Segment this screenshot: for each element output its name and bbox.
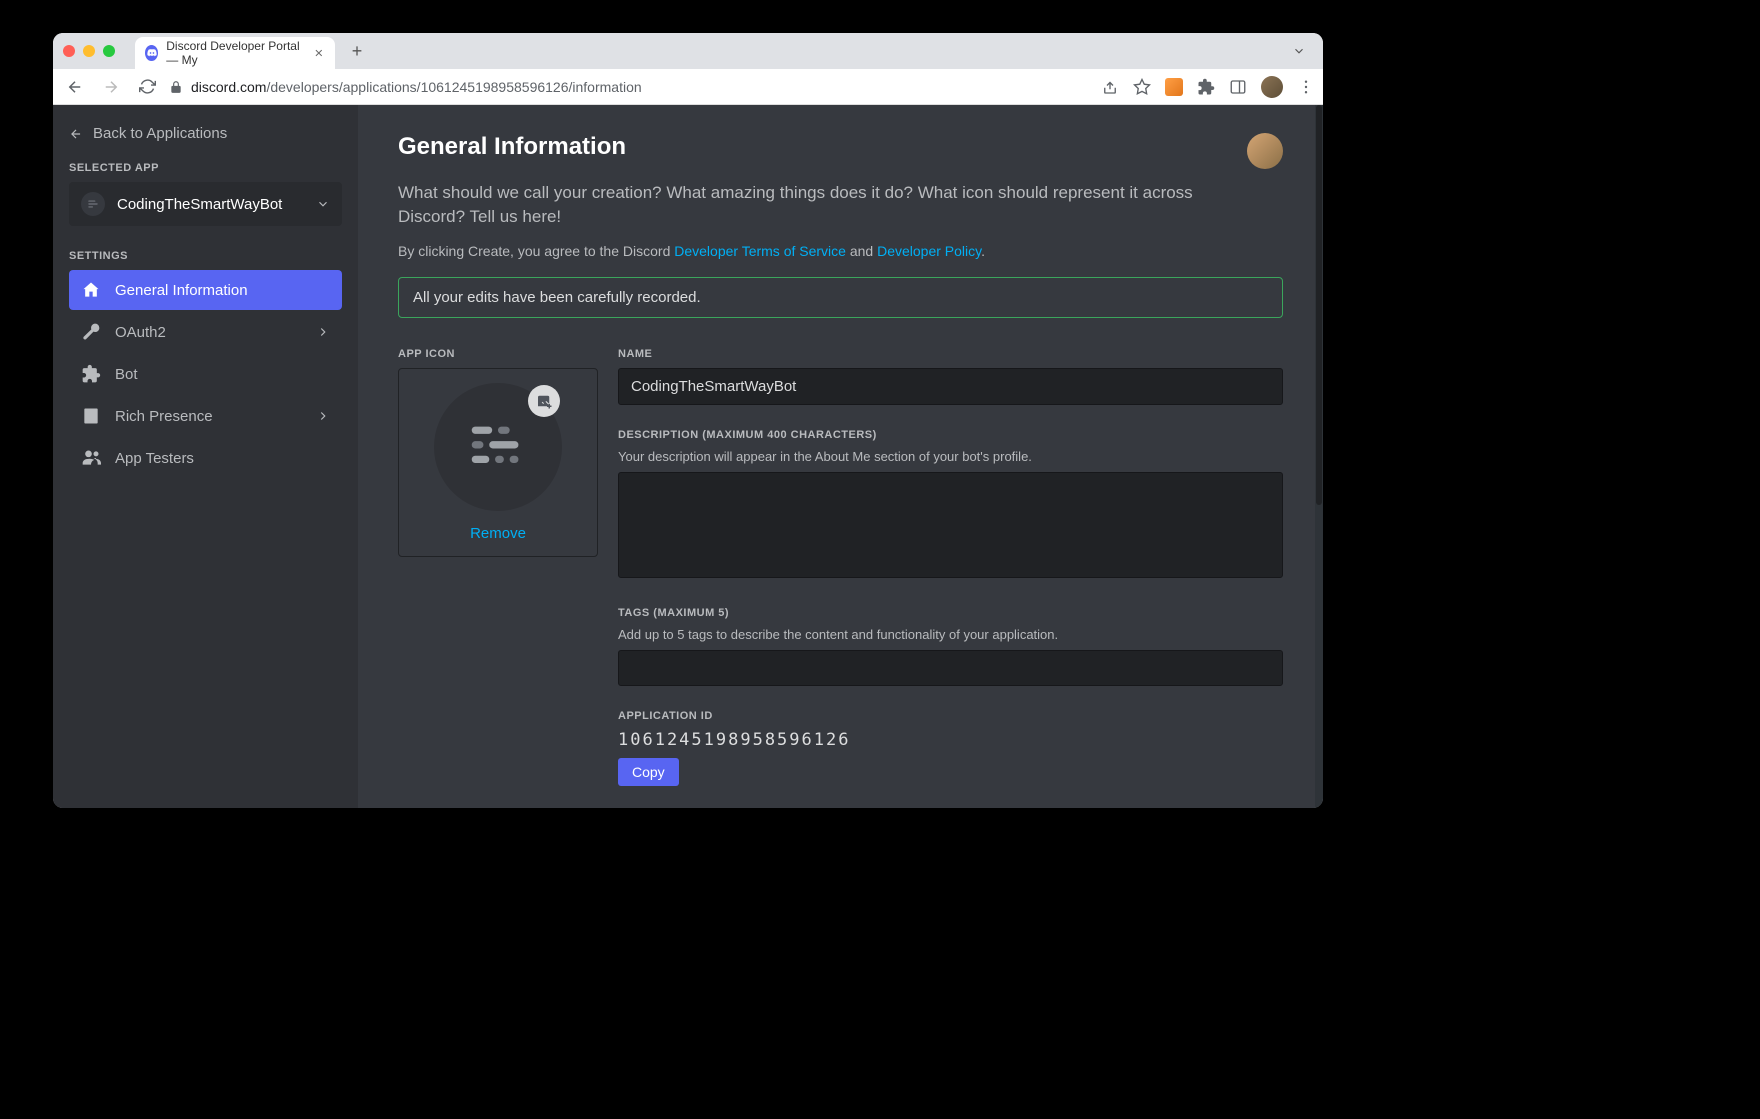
- developer-tos-link[interactable]: Developer Terms of Service: [674, 243, 846, 259]
- sidebar-item-label: General Information: [115, 282, 248, 299]
- terms-prefix: By clicking Create, you agree to the Dis…: [398, 243, 674, 259]
- form-row: APP ICON: [398, 348, 1283, 786]
- close-window-button[interactable]: [63, 45, 75, 57]
- sidebar-item-general-information[interactable]: General Information: [69, 270, 342, 310]
- app-icon-thumb: [81, 192, 105, 216]
- page-title: General Information: [398, 133, 626, 161]
- application-id-label: APPLICATION ID: [618, 710, 1283, 722]
- share-icon[interactable]: [1101, 78, 1119, 96]
- wrench-icon: [81, 322, 101, 342]
- chevron-right-icon: [316, 409, 330, 423]
- window-controls: [63, 45, 115, 57]
- remove-icon-link[interactable]: Remove: [470, 525, 526, 542]
- main-content: General Information What should we call …: [358, 105, 1323, 808]
- tab-dropdown-icon[interactable]: [1285, 37, 1313, 65]
- app-icon-box: Remove: [398, 368, 598, 557]
- back-button[interactable]: [61, 73, 89, 101]
- tab-strip: Discord Developer Portal — My +: [53, 33, 1323, 69]
- page-description: What should we call your creation? What …: [398, 181, 1258, 229]
- tags-label: TAGS (MAXIMUM 5): [618, 607, 1283, 619]
- upload-image-icon[interactable]: [528, 385, 560, 417]
- sidebar-item-label: Bot: [115, 366, 138, 383]
- back-label: Back to Applications: [93, 125, 227, 142]
- main-header: General Information: [398, 133, 1283, 169]
- address-actions: [1101, 76, 1315, 98]
- url-field[interactable]: discord.com/developers/applications/1061…: [169, 79, 1093, 95]
- save-notice: All your edits have been carefully recor…: [398, 277, 1283, 318]
- chevron-down-icon: [316, 197, 330, 211]
- tab-title: Discord Developer Portal — My: [166, 39, 305, 67]
- sidebar-item-bot[interactable]: Bot: [69, 354, 342, 394]
- arrow-left-icon: [69, 127, 83, 141]
- selected-app-name: CodingTheSmartWayBot: [117, 196, 304, 213]
- document-icon: [81, 406, 101, 426]
- tags-input[interactable]: [618, 650, 1283, 686]
- sidebar-item-label: App Testers: [115, 450, 194, 467]
- description-hint: Your description will appear in the Abou…: [618, 449, 1283, 464]
- maximize-window-button[interactable]: [103, 45, 115, 57]
- menu-dots-icon[interactable]: [1297, 78, 1315, 96]
- puzzle-icon: [81, 364, 101, 384]
- browser-tab[interactable]: Discord Developer Portal — My: [135, 37, 335, 69]
- sidebar-item-label: Rich Presence: [115, 408, 213, 425]
- user-avatar[interactable]: [1247, 133, 1283, 169]
- description-input[interactable]: [618, 472, 1283, 578]
- description-label: DESCRIPTION (MAXIMUM 400 CHARACTERS): [618, 429, 1283, 441]
- users-icon: [81, 448, 101, 468]
- minimize-window-button[interactable]: [83, 45, 95, 57]
- close-tab-icon[interactable]: [313, 46, 325, 60]
- extensions-icon[interactable]: [1197, 78, 1215, 96]
- discord-favicon-icon: [145, 45, 158, 61]
- back-to-applications-link[interactable]: Back to Applications: [69, 125, 342, 142]
- chevron-right-icon: [316, 325, 330, 339]
- profile-avatar-icon[interactable]: [1261, 76, 1283, 98]
- reload-button[interactable]: [133, 73, 161, 101]
- new-tab-button[interactable]: +: [343, 37, 371, 65]
- forward-button[interactable]: [97, 73, 125, 101]
- application-id-value: 1061245198958596126: [618, 730, 1283, 750]
- url-path: /developers/applications/106124519895859…: [266, 79, 641, 95]
- lock-icon: [169, 80, 183, 94]
- bookmark-star-icon[interactable]: [1133, 78, 1151, 96]
- url-domain: discord.com: [191, 79, 266, 95]
- settings-header: SETTINGS: [69, 250, 342, 262]
- sidebar-item-app-testers[interactable]: App Testers: [69, 438, 342, 478]
- selected-app-dropdown[interactable]: CodingTheSmartWayBot: [69, 182, 342, 226]
- sidepanel-icon[interactable]: [1229, 78, 1247, 96]
- app-body: Back to Applications SELECTED APP Coding…: [53, 105, 1323, 808]
- scrollbar-track[interactable]: [1315, 105, 1323, 808]
- selected-app-header: SELECTED APP: [69, 162, 342, 174]
- home-icon: [81, 280, 101, 300]
- developer-policy-link[interactable]: Developer Policy: [877, 243, 981, 259]
- terms-line: By clicking Create, you agree to the Dis…: [398, 243, 1283, 259]
- sidebar-item-oauth2[interactable]: OAuth2: [69, 312, 342, 352]
- tags-hint: Add up to 5 tags to describe the content…: [618, 627, 1283, 642]
- terms-and: and: [846, 243, 877, 259]
- terms-period: .: [981, 243, 985, 259]
- sidebar-item-label: OAuth2: [115, 324, 166, 341]
- copy-button[interactable]: Copy: [618, 758, 679, 786]
- app-icon-label: APP ICON: [398, 348, 598, 360]
- address-bar: discord.com/developers/applications/1061…: [53, 69, 1323, 105]
- col-fields: NAME DESCRIPTION (MAXIMUM 400 CHARACTERS…: [618, 348, 1283, 786]
- app-icon-image: [463, 412, 533, 482]
- extension-metamask-icon[interactable]: [1165, 78, 1183, 96]
- sidebar-item-rich-presence[interactable]: Rich Presence: [69, 396, 342, 436]
- sidebar: Back to Applications SELECTED APP Coding…: [53, 105, 358, 808]
- app-icon-preview[interactable]: [434, 383, 562, 511]
- name-label: NAME: [618, 348, 1283, 360]
- name-input[interactable]: [618, 368, 1283, 405]
- browser-window: Discord Developer Portal — My + discord.…: [53, 33, 1323, 808]
- col-app-icon: APP ICON: [398, 348, 598, 786]
- scrollbar-thumb[interactable]: [1316, 105, 1322, 505]
